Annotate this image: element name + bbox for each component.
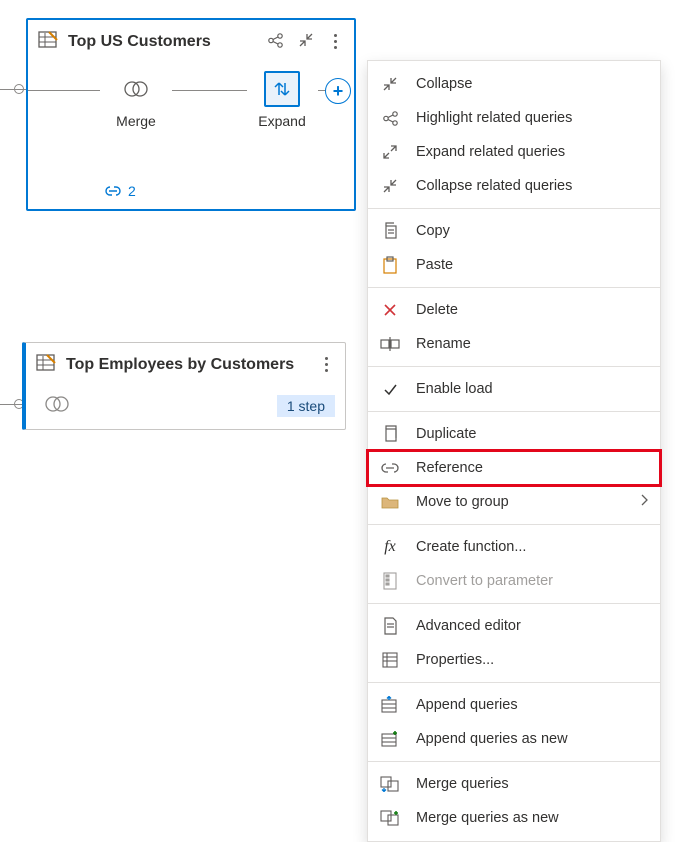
delete-icon: [380, 300, 400, 320]
chevron-right-icon: [640, 494, 648, 510]
menu-label: Highlight related queries: [416, 110, 648, 126]
flow-line: [172, 90, 247, 91]
reference-count: 2: [128, 183, 136, 199]
menu-divider: [368, 761, 660, 762]
query-title: Top US Customers: [68, 33, 257, 51]
collapse-icon: [380, 74, 400, 94]
rename-icon: [380, 334, 400, 354]
menu-divider: [368, 366, 660, 367]
menu-divider: [368, 603, 660, 604]
collapse-icon[interactable]: [298, 32, 314, 51]
menu-convert-to-parameter: Convert to parameter: [368, 564, 660, 598]
menu-label: Reference: [416, 460, 648, 476]
properties-icon: [380, 650, 400, 670]
menu-label: Properties...: [416, 652, 648, 668]
connector-line: [0, 89, 26, 90]
reference-icon: [380, 458, 400, 478]
menu-label: Delete: [416, 302, 648, 318]
editor-icon: [380, 616, 400, 636]
append-new-icon: [380, 729, 400, 749]
query-title: Top Employees by Customers: [66, 356, 309, 374]
card-body: 1 step: [26, 386, 345, 429]
menu-create-function[interactable]: fx Create function...: [368, 530, 660, 564]
menu-label: Merge queries as new: [416, 810, 648, 826]
context-menu: Collapse Highlight related queries Expan…: [367, 60, 661, 842]
menu-merge-queries[interactable]: Merge queries: [368, 767, 660, 801]
menu-label: Duplicate: [416, 426, 648, 442]
menu-enable-load[interactable]: Enable load: [368, 372, 660, 406]
menu-append-queries-new[interactable]: Append queries as new: [368, 722, 660, 756]
references-link[interactable]: 2: [28, 183, 354, 209]
menu-properties[interactable]: Properties...: [368, 643, 660, 677]
menu-label: Merge queries: [416, 776, 648, 792]
menu-duplicate[interactable]: Duplicate: [368, 417, 660, 451]
menu-append-queries[interactable]: Append queries: [368, 688, 660, 722]
parameter-icon: [380, 571, 400, 591]
query-card-header: Top Employees by Customers: [26, 343, 345, 386]
merge-queries-icon: [380, 774, 400, 794]
menu-divider: [368, 682, 660, 683]
share-icon[interactable]: [267, 32, 284, 52]
menu-label: Append queries: [416, 697, 648, 713]
share-icon: [380, 108, 400, 128]
step-merge[interactable]: Merge: [100, 71, 172, 129]
menu-rename[interactable]: Rename: [368, 327, 660, 361]
more-options-icon[interactable]: [319, 357, 333, 372]
merge-icon: [44, 394, 70, 417]
menu-label: Expand related queries: [416, 144, 648, 160]
menu-divider: [368, 524, 660, 525]
menu-collapse[interactable]: Collapse: [368, 67, 660, 101]
menu-collapse-related[interactable]: Collapse related queries: [368, 169, 660, 203]
card-body: Merge Expand: [28, 63, 354, 183]
collapse-icon: [380, 176, 400, 196]
add-step-button[interactable]: +: [325, 78, 351, 104]
query-card-header: Top US Customers: [28, 20, 354, 63]
more-options-icon[interactable]: [328, 34, 342, 49]
menu-divider: [368, 208, 660, 209]
menu-merge-queries-new[interactable]: Merge queries as new: [368, 801, 660, 835]
menu-label: Paste: [416, 257, 648, 273]
menu-delete[interactable]: Delete: [368, 293, 660, 327]
query-card-top-us-customers[interactable]: Top US Customers Merge Expand 2: [26, 18, 356, 211]
step-expand[interactable]: Expand: [246, 71, 318, 129]
menu-label: Collapse related queries: [416, 178, 648, 194]
menu-label: Rename: [416, 336, 648, 352]
checkmark-icon: [380, 382, 400, 397]
menu-expand-related[interactable]: Expand related queries: [368, 135, 660, 169]
menu-reference[interactable]: Reference: [368, 451, 660, 485]
menu-label: Create function...: [416, 539, 648, 555]
connector-line: [0, 404, 22, 405]
menu-move-to-group[interactable]: Move to group: [368, 485, 660, 519]
menu-highlight-related[interactable]: Highlight related queries: [368, 101, 660, 135]
duplicate-icon: [380, 424, 400, 444]
merge-queries-new-icon: [380, 808, 400, 828]
menu-divider: [368, 287, 660, 288]
menu-label: Convert to parameter: [416, 573, 648, 589]
paste-icon: [380, 255, 400, 275]
append-icon: [380, 695, 400, 715]
folder-icon: [380, 492, 400, 512]
flow-line: [28, 90, 100, 91]
step-count-badge: 1 step: [277, 395, 335, 417]
menu-label: Collapse: [416, 76, 648, 92]
step-label: Expand: [246, 113, 318, 129]
menu-paste[interactable]: Paste: [368, 248, 660, 282]
menu-label: Enable load: [416, 381, 648, 397]
query-card-top-employees[interactable]: Top Employees by Customers 1 step: [22, 342, 346, 430]
menu-label: Move to group: [416, 494, 624, 510]
function-icon: fx: [380, 537, 400, 557]
menu-label: Advanced editor: [416, 618, 648, 634]
menu-copy[interactable]: Copy: [368, 214, 660, 248]
menu-advanced-editor[interactable]: Advanced editor: [368, 609, 660, 643]
expand-icon: [380, 142, 400, 162]
step-label: Merge: [100, 113, 172, 129]
menu-label: Append queries as new: [416, 731, 648, 747]
menu-divider: [368, 411, 660, 412]
copy-icon: [380, 221, 400, 241]
table-icon: [36, 353, 56, 376]
table-icon: [38, 30, 58, 53]
menu-label: Copy: [416, 223, 648, 239]
